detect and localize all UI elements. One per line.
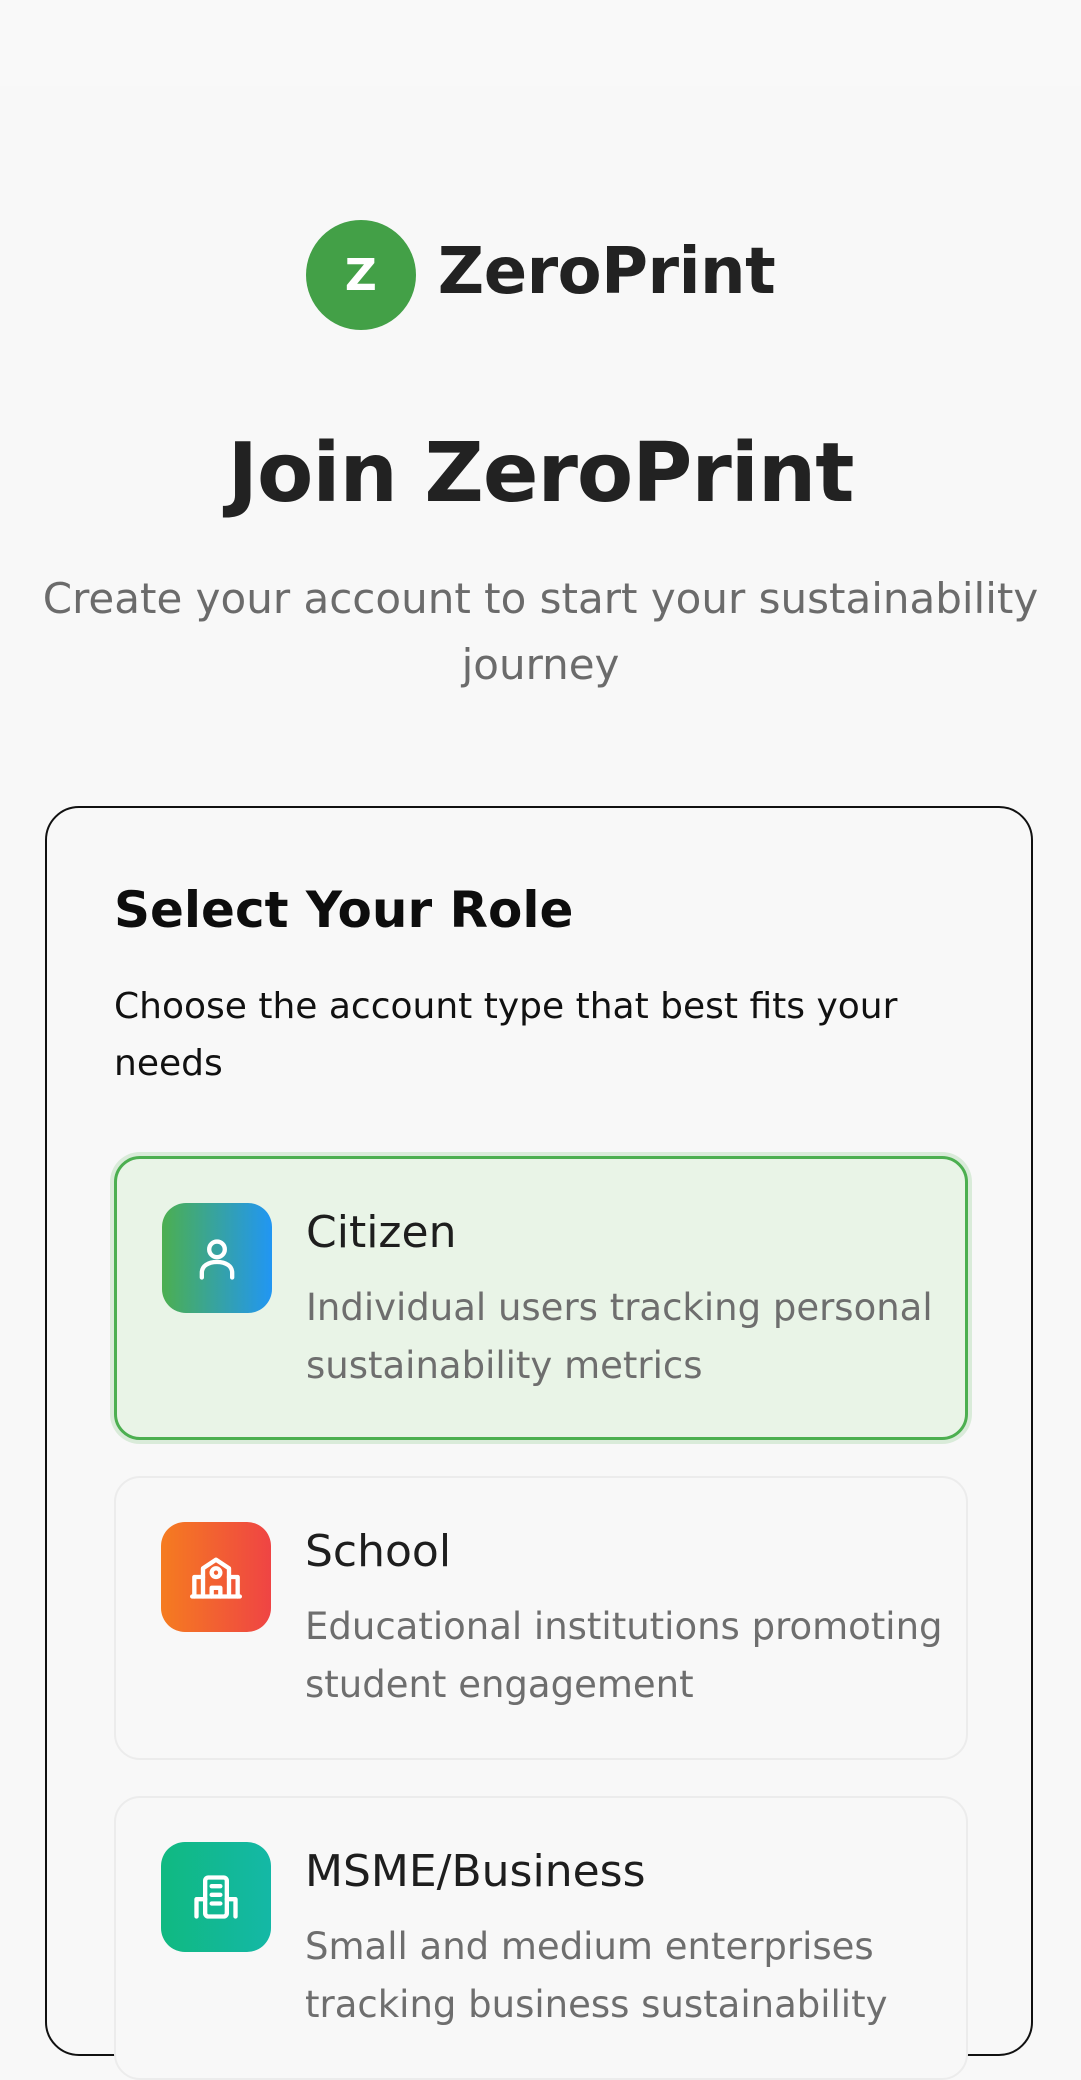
school-icon bbox=[161, 1522, 271, 1632]
role-option-title: MSME/Business bbox=[305, 1846, 646, 1897]
role-option-business[interactable]: MSME/Business Small and medium enterpris… bbox=[114, 1796, 968, 2080]
role-option-description: Individual users tracking personal susta… bbox=[306, 1286, 933, 1387]
page-subtitle: Create your account to start your sustai… bbox=[42, 574, 1039, 689]
role-option-title: Citizen bbox=[306, 1207, 457, 1258]
role-option-citizen[interactable]: Citizen Individual users tracking person… bbox=[114, 1156, 968, 1440]
top-bar bbox=[0, 0, 1081, 86]
role-option-school[interactable]: School Educational institutions promotin… bbox=[114, 1476, 968, 1760]
user-icon bbox=[162, 1203, 272, 1313]
page-title: Join ZeroPrint bbox=[227, 426, 855, 521]
brand-header: Z ZeroPrint bbox=[0, 220, 1081, 330]
brand-logo: Z bbox=[305, 220, 416, 330]
building-icon bbox=[161, 1842, 271, 1952]
brand-name: ZeroPrint bbox=[437, 235, 776, 309]
role-option-title: School bbox=[305, 1526, 452, 1577]
role-option-description: Small and medium enterprises tracking bu… bbox=[305, 1925, 888, 2026]
role-option-description: Educational institutions promoting stude… bbox=[305, 1605, 943, 1706]
role-selection-card: Select Your Role Choose the account type… bbox=[45, 806, 1033, 2080]
card-title: Select Your Role bbox=[114, 881, 574, 939]
card-subtitle: Choose the account type that best fits y… bbox=[114, 986, 898, 1084]
